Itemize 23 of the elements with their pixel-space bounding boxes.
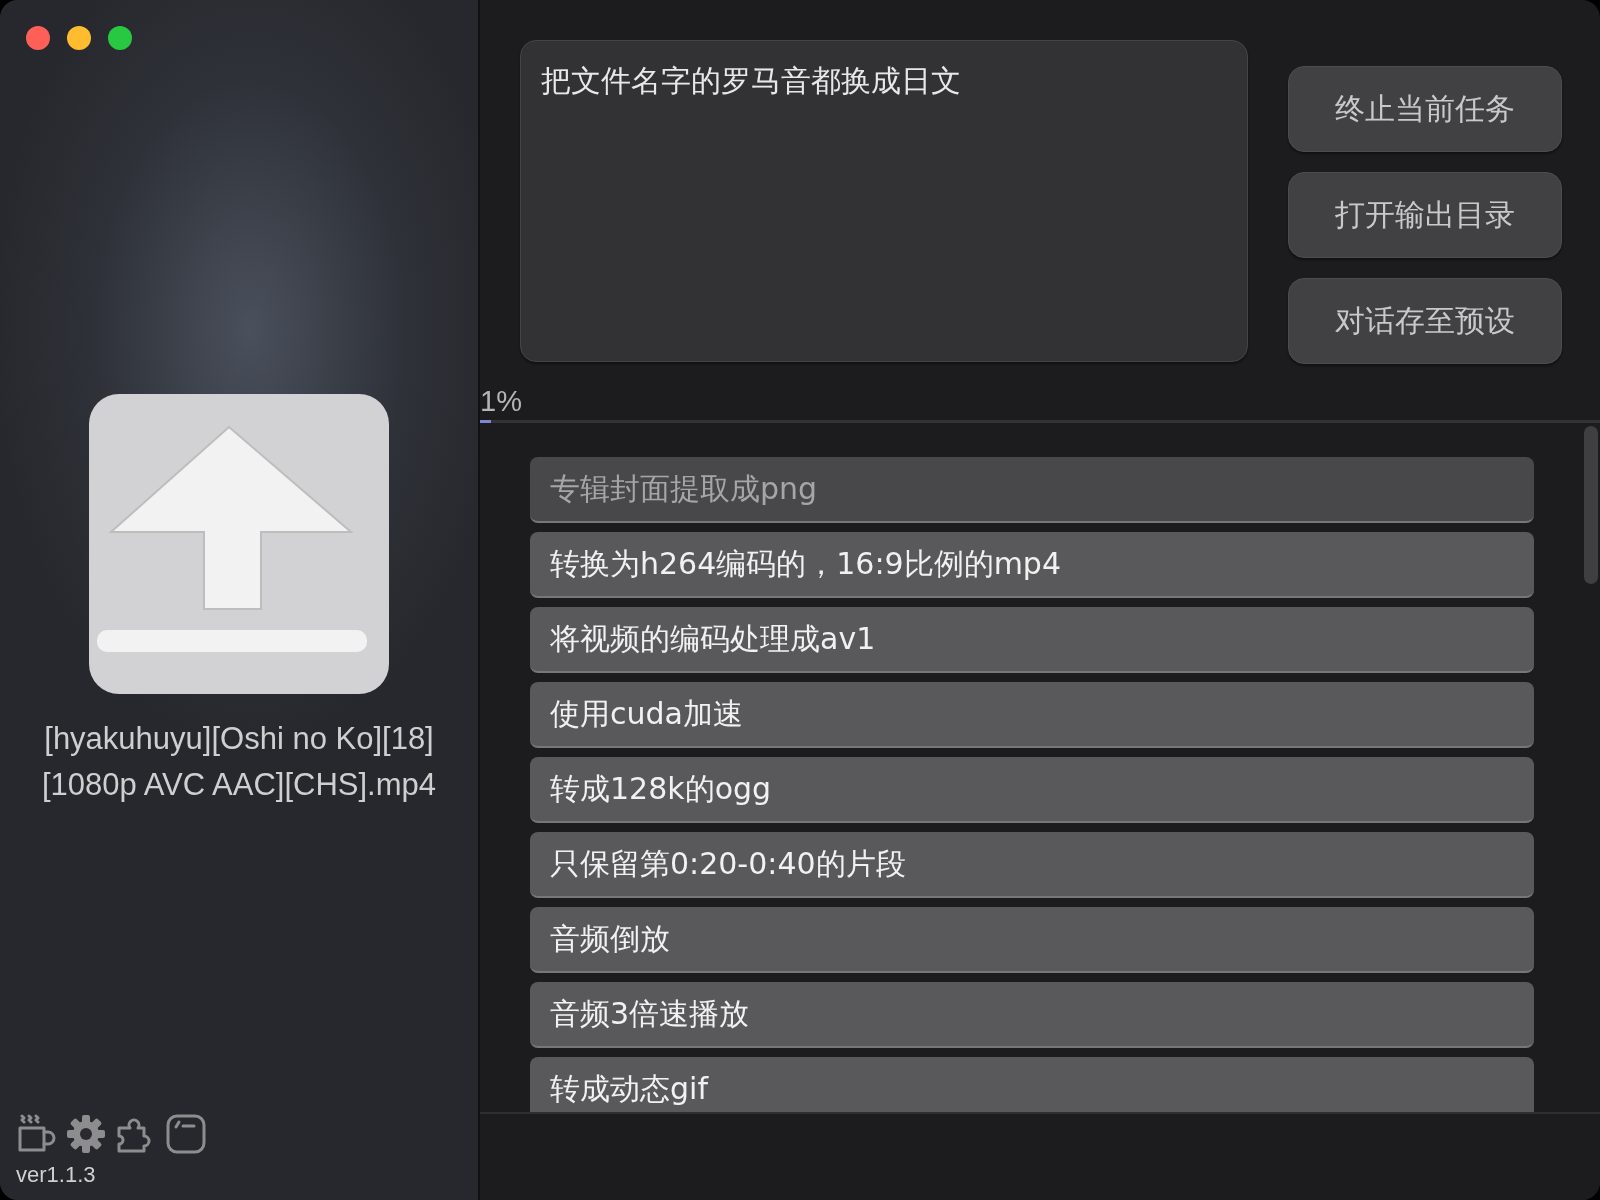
preset-item[interactable]: 转成128k的ogg: [530, 757, 1534, 823]
action-button[interactable]: 终止当前任务: [1288, 66, 1562, 152]
minimize-button[interactable]: [67, 26, 91, 50]
preset-item[interactable]: 转换为h264编码的，16:9比例的mp4: [530, 532, 1534, 598]
preset-item[interactable]: 只保留第0:20-0:40的片段: [530, 832, 1534, 898]
preset-item[interactable]: 使用cuda加速: [530, 682, 1534, 748]
coffee-cup-icon[interactable]: [16, 1114, 56, 1154]
preset-item[interactable]: 专辑封面提取成png: [530, 457, 1534, 523]
settings-icon[interactable]: [66, 1114, 106, 1154]
progress-reading: 1%: [480, 384, 523, 418]
version-label: ver1.1.3: [16, 1162, 97, 1188]
zoom-button[interactable]: [108, 26, 132, 50]
close-button[interactable]: [26, 26, 50, 50]
terminal-icon[interactable]: [166, 1114, 206, 1154]
preset-item[interactable]: 将视频的编码处理成av1: [530, 607, 1534, 673]
scrollbar-thumb[interactable]: [1584, 426, 1598, 584]
file-name: [hyakuhuyu][Oshi no Ko][18] [1080p AVC AAC][CHS].mp4: [41, 720, 437, 804]
action-button[interactable]: 对话存至预设: [1288, 278, 1562, 364]
preset-item[interactable]: 音频3倍速播放: [530, 982, 1534, 1048]
preset-item[interactable]: 转成动态gif: [530, 1057, 1534, 1112]
prompt-field[interactable]: 把文件名字的罗马音都换成日文: [520, 40, 1248, 362]
preset-item[interactable]: 音频倒放: [530, 907, 1534, 973]
action-button[interactable]: 打开输出目录: [1288, 172, 1562, 258]
